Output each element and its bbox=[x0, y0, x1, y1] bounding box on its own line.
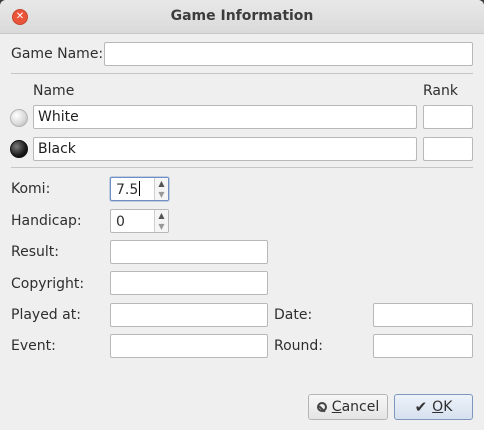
event-label: Event: bbox=[11, 338, 56, 354]
cancel-button-label: Cancel bbox=[331, 399, 380, 415]
spin-up-icon[interactable]: ▲ bbox=[155, 210, 168, 221]
handicap-spin-arrows: ▲ ▼ bbox=[154, 210, 168, 232]
komi-spinbox[interactable]: 7.5 ▲ ▼ bbox=[110, 177, 169, 201]
rank-column-header: Rank bbox=[423, 83, 458, 99]
played-at-label: Played at: bbox=[11, 307, 81, 323]
text-caret bbox=[139, 181, 141, 196]
result-label: Result: bbox=[11, 244, 59, 260]
event-input[interactable] bbox=[110, 334, 268, 358]
white-rank-input[interactable] bbox=[423, 105, 473, 129]
black-rank-input[interactable] bbox=[423, 137, 473, 161]
komi-value[interactable]: 7.5 bbox=[116, 181, 141, 199]
black-stone-icon bbox=[10, 140, 28, 158]
separator-top bbox=[11, 73, 473, 74]
spin-up-icon[interactable]: ▲ bbox=[155, 178, 168, 189]
handicap-label: Handicap: bbox=[11, 213, 82, 229]
dialog-title: Game Information bbox=[170, 8, 314, 24]
white-name-input[interactable]: White bbox=[33, 105, 417, 129]
black-name-input[interactable]: Black bbox=[33, 137, 417, 161]
round-input[interactable] bbox=[373, 334, 473, 358]
handicap-value[interactable]: 0 bbox=[116, 213, 125, 231]
played-at-input[interactable] bbox=[110, 303, 268, 327]
komi-spin-arrows: ▲ ▼ bbox=[154, 178, 168, 200]
separator-middle bbox=[11, 167, 473, 168]
copyright-input[interactable] bbox=[110, 271, 268, 295]
date-label: Date: bbox=[274, 307, 313, 323]
spin-down-icon[interactable]: ▼ bbox=[155, 189, 168, 200]
white-stone-icon bbox=[10, 109, 28, 127]
checkmark-icon: ✔ bbox=[414, 398, 428, 416]
title-bar: ✕ Game Information bbox=[0, 0, 484, 34]
game-name-input[interactable] bbox=[104, 42, 473, 66]
cancel-icon bbox=[316, 402, 327, 412]
result-input[interactable] bbox=[110, 240, 268, 264]
komi-label: Komi: bbox=[11, 181, 51, 197]
round-label: Round: bbox=[274, 338, 324, 354]
game-information-dialog: ✕ Game Information Game Name: Name Rank … bbox=[0, 0, 484, 430]
handicap-spinbox[interactable]: 0 ▲ ▼ bbox=[110, 209, 169, 233]
date-input[interactable] bbox=[373, 303, 473, 327]
cancel-button[interactable]: Cancel bbox=[308, 394, 388, 420]
copyright-label: Copyright: bbox=[11, 276, 85, 292]
name-column-header: Name bbox=[33, 83, 75, 99]
ok-button[interactable]: ✔ OK bbox=[394, 394, 473, 420]
ok-button-label: OK bbox=[432, 399, 453, 415]
game-name-label: Game Name: bbox=[11, 46, 104, 62]
spin-down-icon[interactable]: ▼ bbox=[155, 221, 168, 232]
